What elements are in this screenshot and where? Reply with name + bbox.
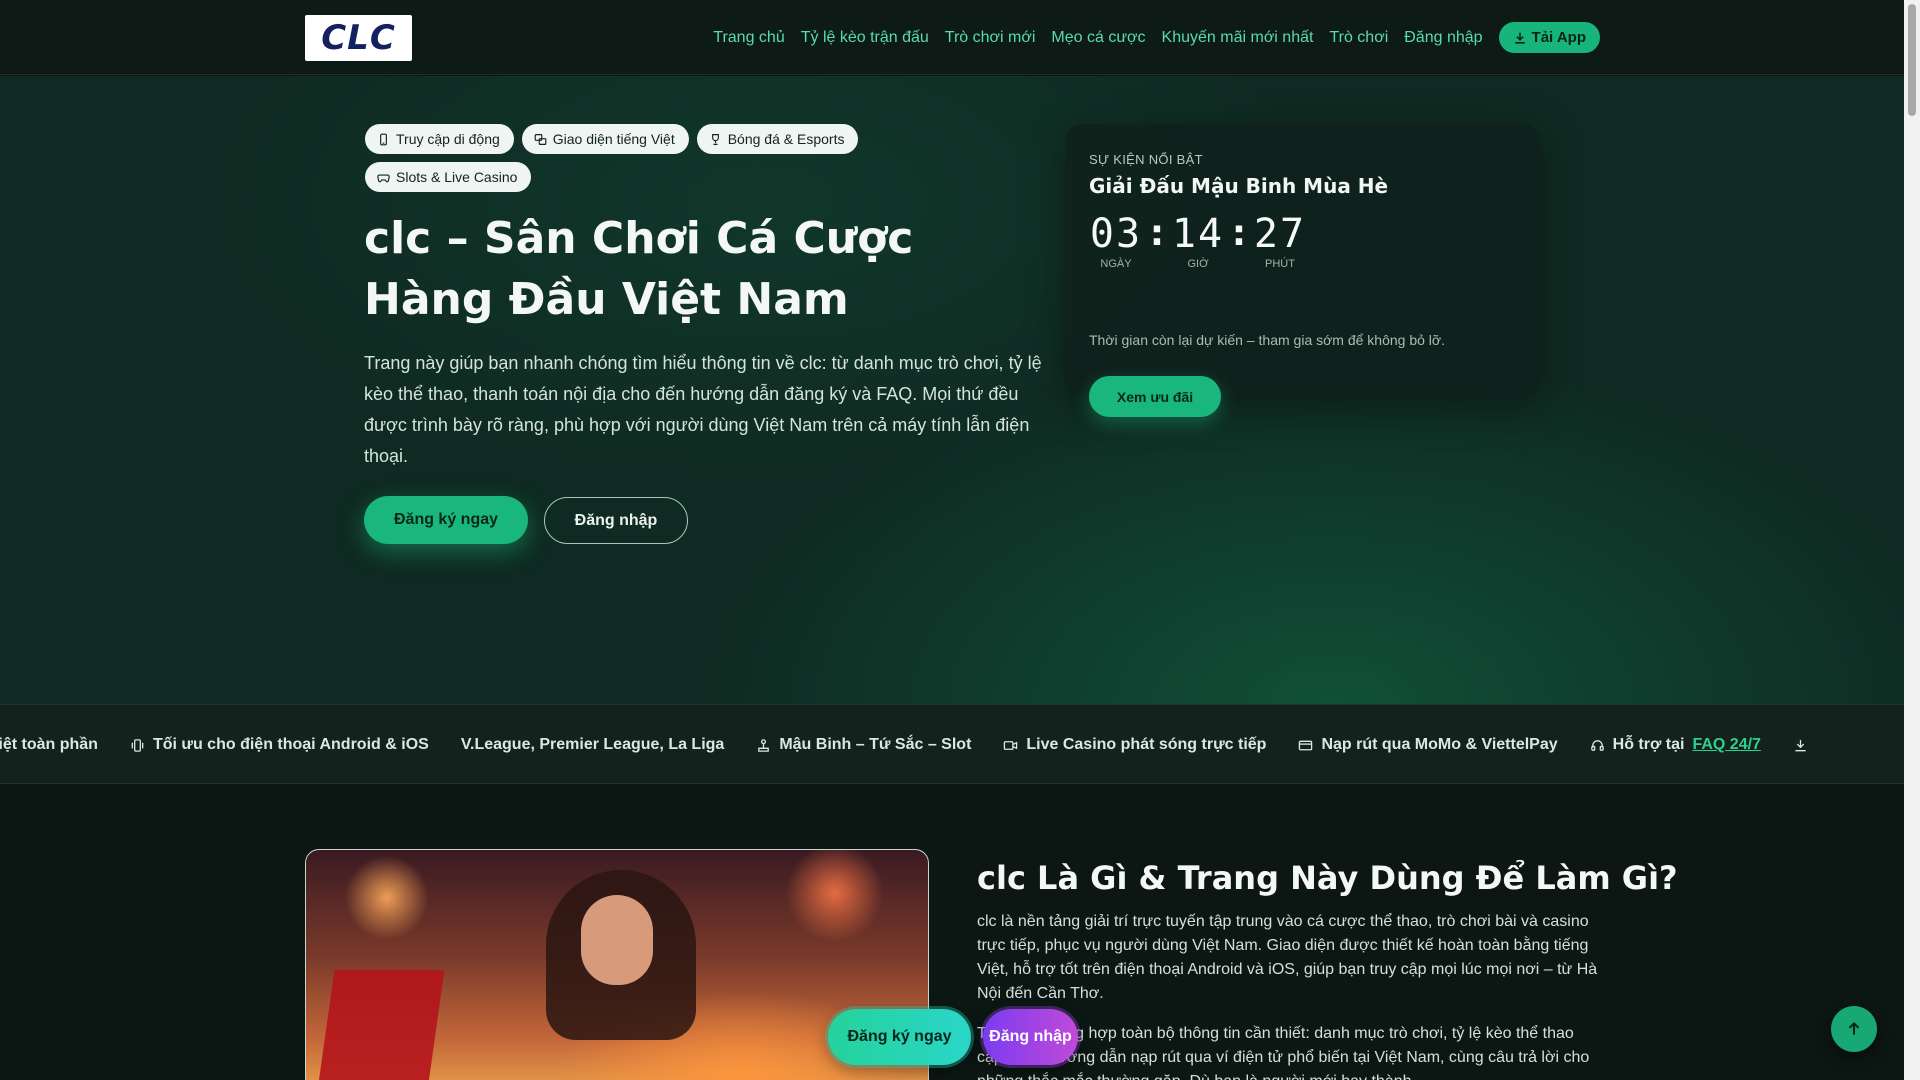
- chip-label: Bóng đá & Esports: [727, 131, 845, 147]
- ticker-text: Mậu Binh – Tứ Sắc – Slot: [779, 736, 972, 753]
- hero-description: Trang này giúp bạn nhanh chóng tìm hiểu …: [364, 353, 1042, 466]
- hero-section: Truy cập di động Giao diện tiếng Việt Bó…: [0, 76, 1904, 704]
- nav-promotions[interactable]: Khuyến mãi mới nhất: [1162, 23, 1314, 53]
- countdown-minutes-value: 27: [1253, 211, 1307, 257]
- countdown-minutes: 27 PHÚT: [1253, 212, 1307, 270]
- register-button[interactable]: Đăng ký ngay: [364, 496, 528, 544]
- floating-login-button[interactable]: Đăng nhập: [983, 1009, 1078, 1065]
- countdown-days: 03 NGÀY: [1089, 212, 1143, 270]
- site-header: CLC Trang chủ Tỷ lệ kèo trận đấu Trò chơ…: [0, 0, 1904, 75]
- floating-register-button[interactable]: Đăng ký ngay: [828, 1009, 971, 1065]
- chip-mobile: Truy cập di động: [365, 124, 514, 154]
- event-title: Giải Đấu Mậu Binh Mùa Hè: [1089, 174, 1389, 198]
- event-countdown: 03 NGÀY : 14 GIỜ : 27 PHÚT: [1089, 212, 1307, 270]
- about-title: clc Là Gì & Trang Này Dùng Để Làm Gì?: [977, 859, 1678, 897]
- nav-odds[interactable]: Tỷ lệ kèo trận đấu: [801, 23, 929, 53]
- chip-vietnamese-ui: Giao diện tiếng Việt: [521, 124, 689, 154]
- nav-new-games[interactable]: Trò chơi mới: [945, 23, 1036, 53]
- countdown-hours-value: 14: [1171, 211, 1225, 257]
- ticker-text: Nạp rút qua MoMo & ViettelPay: [1321, 736, 1558, 753]
- countdown-hours: 14 GIỜ: [1171, 212, 1225, 270]
- nav-games[interactable]: Trò chơi: [1329, 23, 1388, 53]
- ticker-text: V.League, Premier League, La Liga: [460, 736, 725, 753]
- view-offer-button[interactable]: Xem ưu đãi: [1089, 376, 1221, 417]
- nav-login[interactable]: Đăng nhập: [1404, 23, 1482, 53]
- main-nav: Trang chủ Tỷ lệ kèo trận đấu Trò chơi mớ…: [697, 22, 1600, 53]
- vibrate-icon: [131, 738, 144, 752]
- joystick-icon: [758, 738, 770, 752]
- nav-tips[interactable]: Mẹo cá cược: [1051, 23, 1145, 53]
- back-to-top-button[interactable]: [1831, 1006, 1877, 1052]
- flag-shape: [317, 970, 445, 1080]
- ticker-item: Live Casino phát sóng trực tiếp: [1003, 736, 1266, 754]
- ticker-text: Việt toàn phần: [0, 736, 98, 753]
- login-button[interactable]: Đăng nhập: [544, 497, 688, 544]
- chip-label: Giao diện tiếng Việt: [552, 131, 675, 147]
- chip-label: Slots & Live Casino: [396, 169, 518, 185]
- about-paragraph-1: clc là nền tảng giải trí trực tuyến tập …: [977, 913, 1598, 1002]
- site-logo[interactable]: CLC: [305, 15, 412, 61]
- ticker-item: Việt toàn phần: [0, 736, 98, 754]
- nav-home[interactable]: Trang chủ: [713, 23, 784, 53]
- ticker-text: Live Casino phát sóng trực tiếp: [1026, 736, 1267, 753]
- countdown-minutes-label: PHÚT: [1265, 258, 1295, 270]
- translate-icon: [534, 133, 547, 145]
- ticker-item: Hỗ trợ tại FAQ 24/7: [1590, 736, 1761, 754]
- ticker-item: Tối ưu cho điện thoại Android & iOS: [130, 736, 429, 754]
- countdown-separator: :: [1149, 213, 1165, 254]
- countdown-hours-label: GIỜ: [1187, 258, 1209, 270]
- ticker-item: Nạp rút qua MoMo & ViettelPay: [1298, 736, 1558, 754]
- download-app-button[interactable]: Tải App: [1498, 22, 1600, 53]
- feature-ticker: Việt toàn phần Tối ưu cho điện thoại And…: [0, 704, 1904, 784]
- countdown-days-label: NGÀY: [1100, 258, 1132, 270]
- chip-label: Truy cập di động: [396, 131, 500, 147]
- scrollbar-thumb[interactable]: [1908, 4, 1916, 116]
- chip-slots-casino: Slots & Live Casino: [365, 162, 532, 192]
- download-app-label: Tải App: [1531, 29, 1586, 46]
- trophy-icon: [711, 133, 719, 145]
- arrow-up-icon: [1848, 1021, 1860, 1035]
- phone-icon: [380, 133, 387, 145]
- photo-face: [581, 895, 653, 985]
- feature-chips: Truy cập di động Giao diện tiếng Việt Bó…: [365, 124, 925, 192]
- ticker-item: Mậu Binh – Tứ Sắc – Slot: [756, 736, 971, 754]
- event-kicker: SỰ KIỆN NỔI BẬT: [1089, 152, 1203, 167]
- video-icon: [1004, 740, 1018, 750]
- scrollbar[interactable]: [1904, 0, 1920, 1080]
- faq-link[interactable]: FAQ 24/7: [1692, 736, 1760, 754]
- ticker-item: [1793, 738, 1808, 753]
- hero-title: clc – Sân Chơi Cá Cược Hàng Đầu Việt Nam: [364, 213, 914, 325]
- card-icon: [1299, 740, 1313, 750]
- countdown-separator: :: [1231, 213, 1247, 254]
- chip-football-esports: Bóng đá & Esports: [696, 124, 859, 154]
- event-note: Thời gian còn lại dự kiến – tham gia sớm…: [1089, 332, 1445, 348]
- ticker-item: V.League, Premier League, La Liga: [461, 736, 725, 754]
- headset-icon: [1590, 739, 1604, 751]
- ticker-text: Tối ưu cho điện thoại Android & iOS: [152, 736, 429, 753]
- ticker-text: Hỗ trợ tại: [1612, 736, 1685, 753]
- download-icon: [1795, 739, 1806, 751]
- download-icon: [1514, 32, 1525, 44]
- gamepad-icon: [377, 173, 390, 182]
- ticker-track: Việt toàn phần Tối ưu cho điện thoại And…: [0, 705, 1840, 783]
- featured-event-card: SỰ KIỆN NỔI BẬT Giải Đấu Mậu Binh Mùa Hè…: [1065, 124, 1540, 417]
- countdown-days-value: 03: [1089, 211, 1143, 257]
